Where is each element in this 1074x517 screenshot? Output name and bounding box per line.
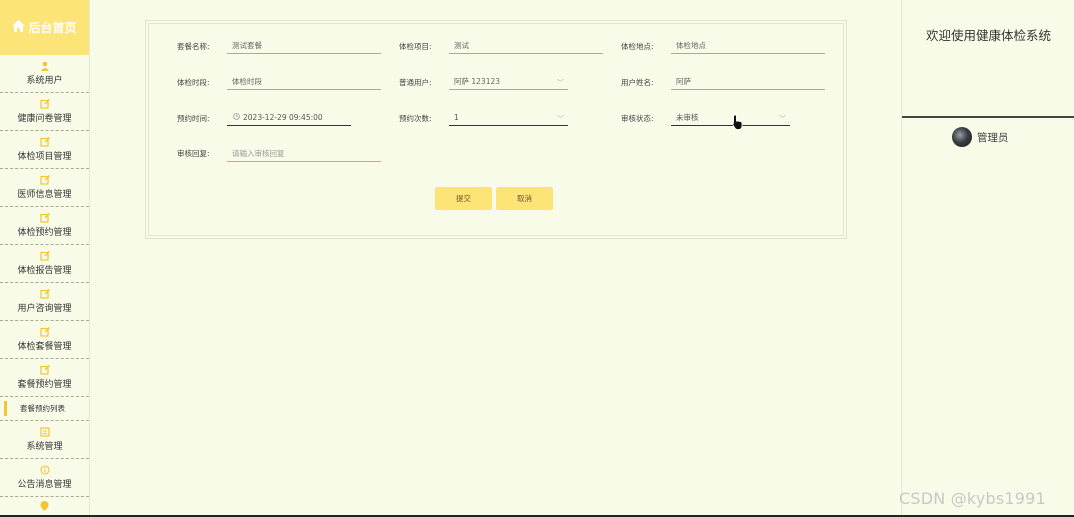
- chevron-down-icon: ﹀: [557, 79, 564, 87]
- review-reply-label: 审核回复:: [177, 149, 210, 158]
- sidebar-item-label: 体检套餐管理: [17, 342, 72, 352]
- chevron-down-icon: ﹀: [557, 115, 564, 123]
- sidebar-item-label: 健康问卷管理: [17, 114, 72, 124]
- divider: [902, 116, 1074, 118]
- sidebar: 后台首页 系统用户 健康问卷管理 体检项目管理 医师信息管理 体检预约管理 体检…: [0, 0, 90, 517]
- sidebar-item-consultations[interactable]: 用户咨询管理: [0, 283, 89, 321]
- time-slot-value: 体检时段: [232, 77, 262, 86]
- time-slot-field[interactable]: 体检时段: [227, 76, 381, 90]
- location-label: 体检地点:: [621, 42, 654, 51]
- appointment-time-picker[interactable]: 2023-12-29 09:45:00: [227, 112, 351, 126]
- sidebar-item-label: 系统用户: [26, 76, 63, 86]
- sidebar-item-announcements[interactable]: 公告消息管理: [0, 459, 89, 497]
- sidebar-item-label: 公告消息管理: [17, 480, 72, 490]
- review-reply-input[interactable]: 请输入审核回复: [227, 148, 381, 162]
- home-link[interactable]: 后台首页: [0, 0, 89, 55]
- edit-icon: [39, 213, 50, 225]
- appointment-count-select[interactable]: 1 ﹀: [449, 112, 568, 126]
- submit-button-label: 提交: [456, 194, 471, 203]
- home-label: 后台首页: [28, 21, 77, 35]
- exam-item-label: 体检项目:: [399, 42, 432, 51]
- sidebar-subitem-label: 套餐预约列表: [20, 404, 65, 413]
- pin-icon: [40, 501, 49, 513]
- edit-icon: [39, 175, 50, 187]
- edit-icon: [39, 289, 50, 301]
- user-select-value: 阿萨 123123: [454, 77, 501, 86]
- sidebar-item-system-users[interactable]: 系统用户: [0, 55, 89, 93]
- exam-item-field[interactable]: 测试: [449, 40, 603, 54]
- sidebar-item-exam-reports[interactable]: 体检报告管理: [0, 245, 89, 283]
- edit-icon: [39, 99, 50, 111]
- submit-button[interactable]: 提交: [435, 187, 492, 210]
- package-name-label: 套餐名称:: [177, 42, 210, 51]
- watermark-text: CSDN @kybs1991: [899, 489, 1046, 508]
- home-icon: [12, 20, 26, 35]
- active-indicator: [4, 401, 7, 416]
- sidebar-item-questionnaire[interactable]: 健康问卷管理: [0, 93, 89, 131]
- info-icon: [39, 465, 50, 477]
- sidebar-item-package-appointments[interactable]: 套餐预约管理: [0, 359, 89, 397]
- welcome-title: 欢迎使用健康体检系统: [925, 28, 1051, 43]
- sidebar-item-system-management[interactable]: 系统管理: [0, 421, 89, 459]
- review-status-label: 审核状态:: [621, 114, 654, 123]
- sidebar-subitem-package-appointment-list[interactable]: 套餐预约列表: [0, 397, 89, 421]
- location-value: 体检地点: [676, 41, 706, 50]
- user-name-label: 用户姓名:: [621, 78, 654, 87]
- cancel-button[interactable]: 取消: [496, 187, 553, 210]
- user-select[interactable]: 阿萨 123123 ﹀: [449, 76, 568, 90]
- sidebar-item-label: 系统管理: [26, 442, 63, 452]
- avatar: [952, 127, 972, 147]
- sidebar-item-label: 套餐预约管理: [17, 380, 72, 390]
- sidebar-item-exam-appointments[interactable]: 体检预约管理: [0, 207, 89, 245]
- user-name-value: 阿萨: [676, 77, 691, 86]
- cancel-button-label: 取消: [517, 194, 532, 203]
- appointment-count-label: 预约次数:: [399, 114, 432, 123]
- mouse-cursor-icon: [732, 114, 743, 134]
- location-field[interactable]: 体检地点: [671, 40, 825, 54]
- list-icon: [39, 427, 50, 439]
- review-status-select[interactable]: 未审核 ﹀: [671, 112, 790, 126]
- edit-icon: [39, 327, 50, 339]
- package-name-field[interactable]: 测试套餐: [227, 40, 381, 54]
- user-role-label: 管理员: [977, 131, 1009, 144]
- appointment-count-value: 1: [454, 113, 459, 122]
- package-name-value: 测试套餐: [232, 41, 262, 50]
- time-slot-label: 体检时段:: [177, 78, 210, 87]
- appointment-time-value: 2023-12-29 09:45:00: [243, 113, 323, 122]
- sidebar-item-label: 体检预约管理: [17, 228, 72, 238]
- user-icon: [40, 61, 50, 73]
- exam-item-value: 测试: [454, 41, 469, 50]
- sidebar-item-label: 体检报告管理: [17, 266, 72, 276]
- edit-icon: [39, 251, 50, 263]
- sidebar-item-label: 医师信息管理: [17, 190, 72, 200]
- clock-icon: [233, 112, 240, 124]
- user-name-field[interactable]: 阿萨: [671, 76, 825, 90]
- sidebar-item-more[interactable]: [0, 497, 89, 517]
- edit-icon: [39, 365, 50, 377]
- sidebar-item-doctors[interactable]: 医师信息管理: [0, 169, 89, 207]
- sidebar-item-exam-items[interactable]: 体检项目管理: [0, 131, 89, 169]
- review-status-value: 未审核: [676, 113, 699, 122]
- header-panel: 欢迎使用健康体检系统 管理员: [901, 0, 1074, 517]
- sidebar-item-packages[interactable]: 体检套餐管理: [0, 321, 89, 359]
- user-select-label: 普通用户:: [399, 78, 432, 87]
- sidebar-item-label: 用户咨询管理: [17, 304, 72, 314]
- edit-icon: [39, 137, 50, 149]
- chevron-down-icon: ﹀: [779, 115, 786, 123]
- user-menu[interactable]: 管理员: [952, 127, 1009, 147]
- review-reply-placeholder: 请输入审核回复: [232, 149, 285, 158]
- sidebar-item-label: 体检项目管理: [17, 152, 72, 162]
- appointment-time-label: 预约时间:: [177, 114, 210, 123]
